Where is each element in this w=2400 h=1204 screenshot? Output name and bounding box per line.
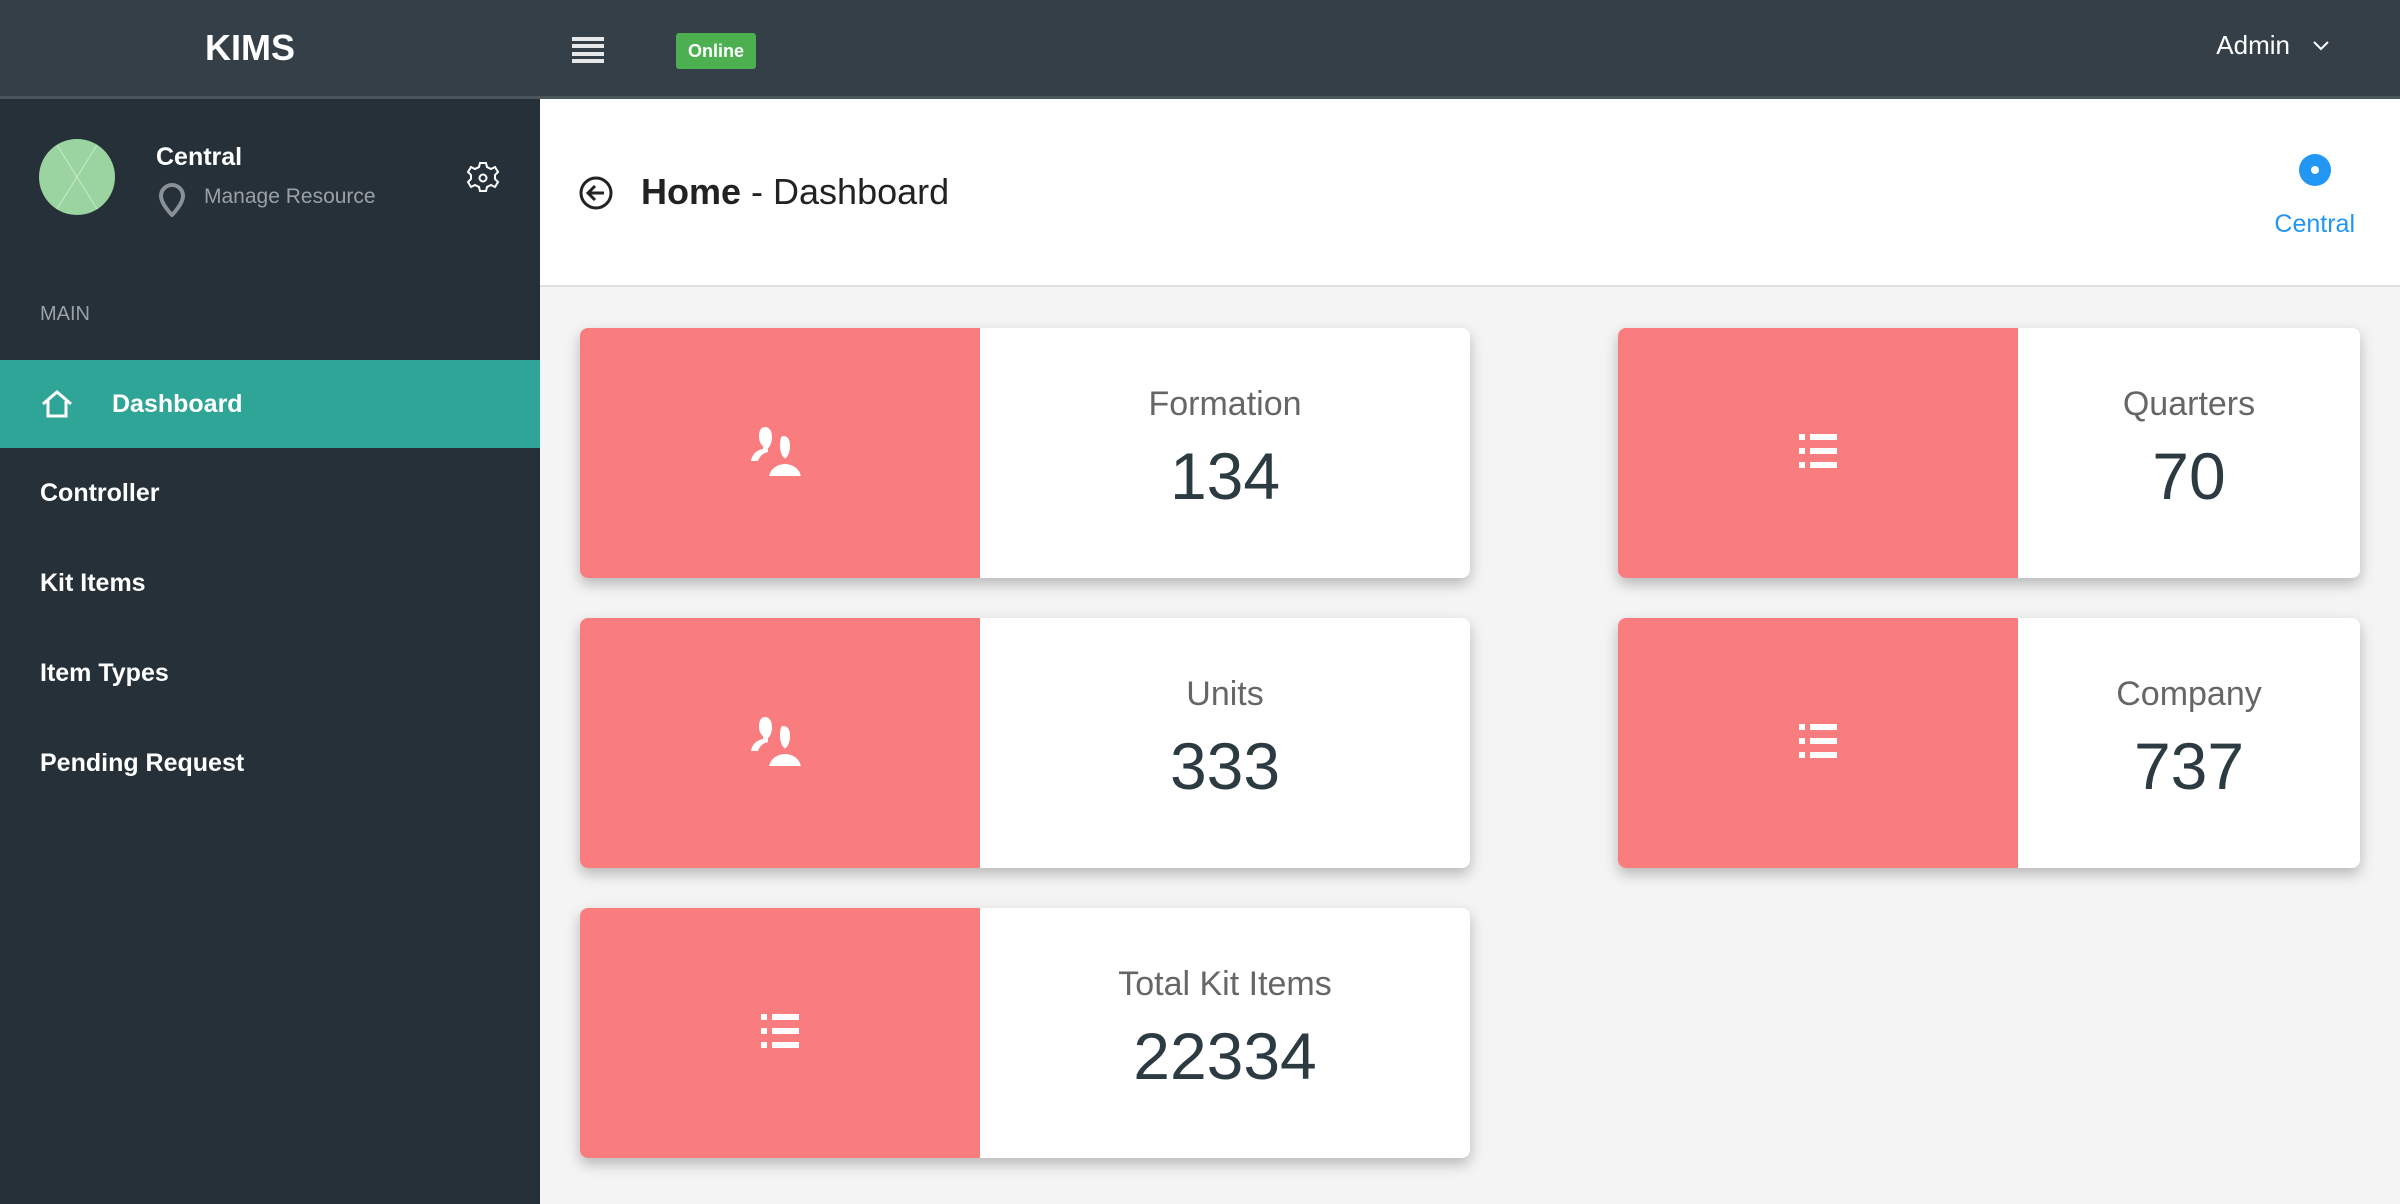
stat-card-quarters[interactable]: Quarters 70 (1618, 328, 2360, 578)
back-arrow-icon[interactable] (578, 175, 614, 211)
card-title: Total Kit Items (1118, 965, 1332, 1003)
location-pin-icon (158, 183, 186, 217)
sidebar-item-controller[interactable]: Controller (0, 448, 540, 538)
card-title: Units (1186, 675, 1264, 713)
list-icon (1799, 433, 1837, 473)
list-icon (1799, 723, 1837, 763)
card-body: Total Kit Items 22334 (980, 908, 1470, 1158)
card-title: Formation (1148, 385, 1302, 423)
profile-name: Central (156, 143, 243, 171)
card-icon-panel (1618, 328, 2018, 578)
list-icon (761, 1013, 799, 1053)
brand-logo[interactable]: KIMS (0, 0, 500, 96)
sidebar-nav: Dashboard Controller Kit Items Item Type… (0, 360, 540, 808)
card-body: Company 737 (2018, 618, 2360, 868)
gear-icon[interactable] (466, 161, 500, 195)
menu-toggle-icon[interactable] (572, 37, 604, 63)
sidebar: Central Manage Resource MAIN Dashboard C… (0, 99, 540, 1204)
card-body: Units 333 (980, 618, 1470, 868)
profile-subtitle: Manage Resource (204, 185, 376, 208)
sidebar-item-kit-items[interactable]: Kit Items (0, 538, 540, 628)
card-icon-panel (580, 908, 980, 1158)
card-value: 134 (1169, 439, 1281, 513)
sidebar-item-dashboard[interactable]: Dashboard (0, 360, 540, 448)
card-title: Quarters (2122, 385, 2256, 423)
page-header: Home - Dashboard Central (540, 99, 2400, 287)
card-icon-panel (580, 618, 980, 868)
stat-card-formation[interactable]: Formation 134 (580, 328, 1470, 578)
sidebar-item-item-types[interactable]: Item Types (0, 628, 540, 718)
sidebar-item-label: Dashboard (112, 389, 243, 418)
location-dot-icon (2298, 154, 2331, 186)
users-icon (751, 715, 809, 772)
sidebar-item-pending-request[interactable]: Pending Request (0, 718, 540, 808)
home-icon (42, 390, 72, 418)
breadcrumb-current: - Dashboard (741, 171, 950, 212)
stat-card-company[interactable]: Company 737 (1618, 618, 2360, 868)
user-name: Admin (2216, 30, 2290, 60)
avatar (39, 139, 115, 215)
user-menu[interactable]: Admin (2216, 30, 2330, 61)
location-label: Central (2274, 210, 2355, 238)
stat-card-units[interactable]: Units 333 (580, 618, 1470, 868)
location-indicator[interactable]: Central (2274, 154, 2355, 239)
stat-card-total-kit-items[interactable]: Total Kit Items 22334 (580, 908, 1470, 1158)
page-title: Home - Dashboard (641, 171, 949, 213)
card-value: 22334 (1133, 1019, 1317, 1093)
section-label-main: MAIN (40, 303, 90, 325)
card-value: 333 (1169, 729, 1281, 803)
card-body: Quarters 70 (2018, 328, 2360, 578)
card-value: 70 (2152, 439, 2226, 513)
card-icon-panel (580, 328, 980, 578)
card-title: Company (2116, 675, 2262, 713)
users-icon (751, 425, 809, 482)
chevron-down-icon (2313, 40, 2329, 50)
status-badge: Online (676, 33, 756, 69)
top-bar: KIMS Online Admin (0, 0, 2400, 99)
card-value: 737 (2133, 729, 2245, 803)
breadcrumb-home[interactable]: Home (641, 171, 741, 212)
card-icon-panel (1618, 618, 2018, 868)
card-body: Formation 134 (980, 328, 1470, 578)
